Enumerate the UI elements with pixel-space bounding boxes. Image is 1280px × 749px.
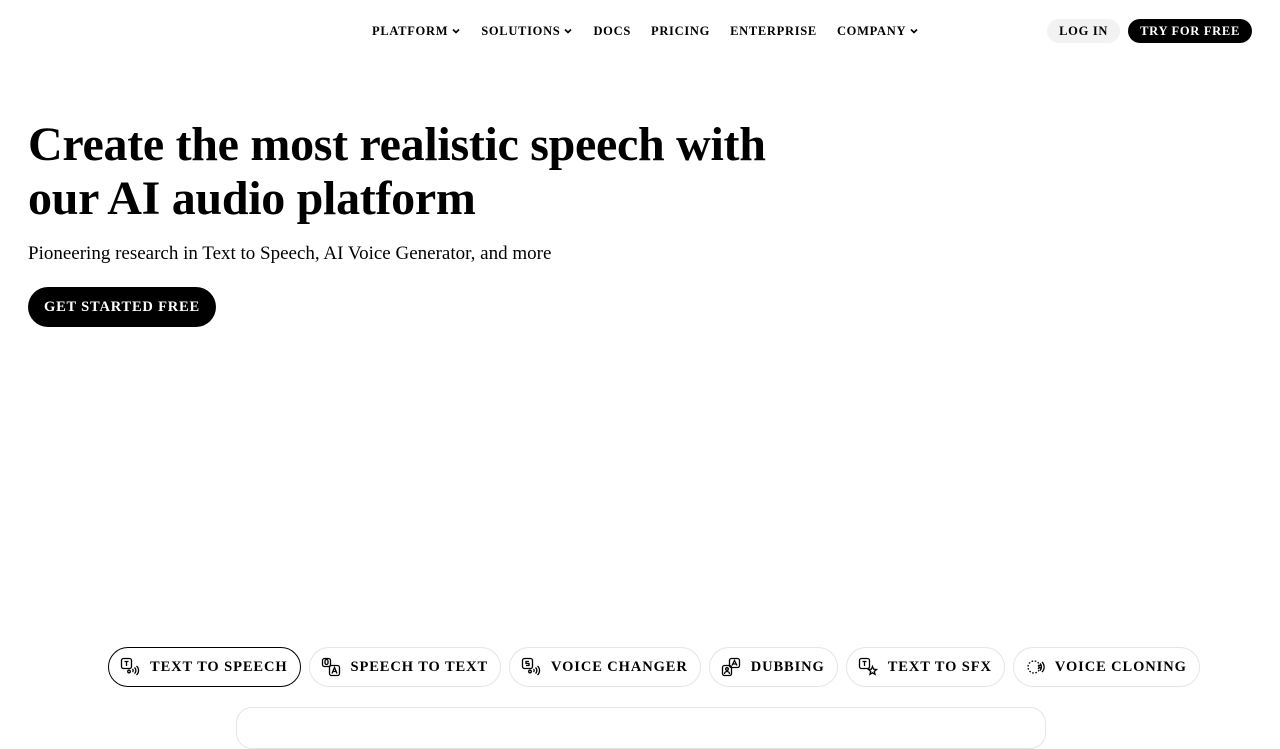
text-to-sfx-icon: [858, 657, 878, 676]
login-button[interactable]: LOG IN: [1047, 19, 1121, 43]
hero-title-line-1: Create the most realistic speech with: [28, 118, 766, 171]
nav-link-company[interactable]: COMPANY: [837, 19, 919, 43]
chevron-down-icon: [564, 28, 573, 34]
speech-to-text-icon: [321, 657, 340, 677]
text-to-speech-icon: [120, 657, 140, 676]
demo-panel: [236, 707, 1046, 749]
tab-dubbing[interactable]: DUBBING: [708, 647, 838, 687]
get-started-button[interactable]: GET STARTED FREE: [28, 287, 216, 327]
nav-links: PLATFORM SOLUTIONS DOCS PRICING ENTERPRI…: [372, 19, 919, 43]
tab-voice-changer[interactable]: VOICE CHANGER: [509, 647, 701, 687]
tab-voice-cloning[interactable]: VOICE CLONING: [1012, 647, 1200, 687]
hero-title: Create the most realistic speech with ou…: [28, 118, 828, 226]
nav-link-label: PLATFORM: [372, 23, 449, 38]
tab-label: VOICE CLONING: [1054, 658, 1187, 675]
nav-link-label: ENTERPRISE: [730, 23, 817, 38]
nav-link-label: PRICING: [650, 23, 711, 38]
nav-link-docs[interactable]: DOCS: [593, 19, 631, 43]
nav-link-label: DOCS: [593, 23, 631, 38]
hero-title-line-2: our AI audio platform: [28, 172, 476, 225]
tab-label: TEXT TO SPEECH: [150, 658, 288, 675]
nav-link-enterprise[interactable]: ENTERPRISE: [730, 19, 817, 43]
voice-changer-icon: [521, 657, 541, 676]
tab-label: DUBBING: [750, 658, 825, 675]
tab-text-to-sfx[interactable]: TEXT TO SFX: [845, 647, 1005, 687]
nav-link-label: COMPANY: [836, 23, 907, 38]
nav-link-solutions[interactable]: SOLUTIONS: [481, 19, 573, 43]
hero-subtitle: Pioneering research in Text to Speech, A…: [28, 243, 552, 264]
chevron-down-icon: [910, 28, 918, 34]
dubbing-icon: [721, 657, 740, 677]
top-navigation: PLATFORM SOLUTIONS DOCS PRICING ENTERPRI…: [0, 19, 1280, 43]
nav-actions: LOG IN TRY FOR FREE: [1047, 19, 1252, 43]
voice-cloning-icon: [1027, 660, 1045, 674]
nav-link-label: SOLUTIONS: [481, 23, 561, 38]
tab-label: SPEECH TO TEXT: [350, 658, 489, 675]
tab-label: VOICE CHANGER: [551, 658, 688, 675]
tab-speech-to-text[interactable]: SPEECH TO TEXT: [308, 647, 502, 687]
tab-text-to-speech[interactable]: TEXT TO SPEECH: [108, 647, 301, 687]
try-for-free-button[interactable]: TRY FOR FREE: [1128, 19, 1252, 43]
tab-label: TEXT TO SFX: [887, 658, 992, 675]
nav-link-pricing[interactable]: PRICING: [651, 19, 710, 43]
chevron-down-icon: [452, 28, 460, 34]
product-tabs: TEXT TO SPEECH SPEECH TO TEXT VOICE CHAN…: [108, 647, 1200, 687]
nav-link-platform[interactable]: PLATFORM: [372, 19, 461, 43]
